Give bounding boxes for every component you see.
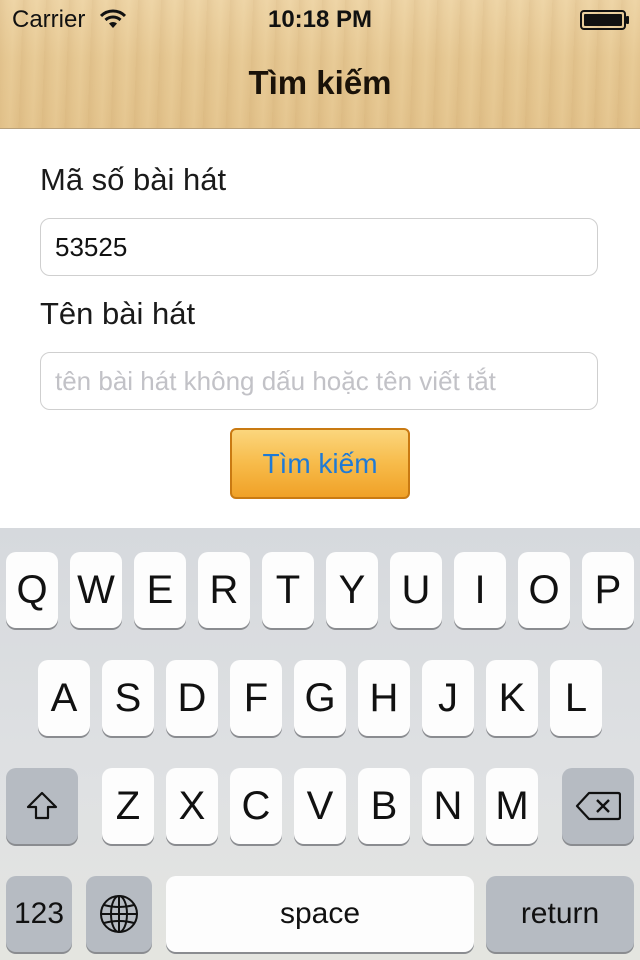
shift-key[interactable] — [6, 768, 78, 844]
key-t[interactable]: T — [262, 552, 314, 628]
key-k[interactable]: K — [486, 660, 538, 736]
status-bar: Carrier 10:18 PM — [0, 0, 640, 40]
backspace-icon — [575, 791, 622, 821]
battery-icon — [580, 10, 629, 30]
globe-icon — [100, 895, 138, 933]
numbers-key[interactable]: 123 — [6, 876, 72, 952]
key-x[interactable]: X — [166, 768, 218, 844]
key-u[interactable]: U — [390, 552, 442, 628]
search-button[interactable]: Tìm kiếm — [230, 428, 410, 499]
key-a[interactable]: A — [38, 660, 90, 736]
keyboard: Q W E R T Y U I O P A S D F G H J K L Z … — [0, 528, 640, 960]
key-i[interactable]: I — [454, 552, 506, 628]
key-b[interactable]: B — [358, 768, 410, 844]
key-m[interactable]: M — [486, 768, 538, 844]
key-f[interactable]: F — [230, 660, 282, 736]
key-q[interactable]: Q — [6, 552, 58, 628]
key-l[interactable]: L — [550, 660, 602, 736]
key-h[interactable]: H — [358, 660, 410, 736]
song-name-input[interactable] — [40, 352, 598, 410]
key-v[interactable]: V — [294, 768, 346, 844]
key-e[interactable]: E — [134, 552, 186, 628]
key-w[interactable]: W — [70, 552, 122, 628]
status-time: 10:18 PM — [267, 6, 373, 33]
key-c[interactable]: C — [230, 768, 282, 844]
globe-key[interactable] — [86, 876, 152, 952]
shift-icon — [26, 791, 58, 820]
return-key[interactable]: return — [486, 876, 634, 952]
song-name-label: Tên bài hát — [40, 296, 196, 331]
navigation-bar: Carrier 10:18 PM Tìm kiếm — [0, 0, 640, 129]
key-z[interactable]: Z — [102, 768, 154, 844]
page-title: Tìm kiếm — [248, 64, 392, 101]
song-code-input[interactable] — [40, 218, 598, 276]
key-n[interactable]: N — [422, 768, 474, 844]
key-y[interactable]: Y — [326, 552, 378, 628]
backspace-key[interactable] — [562, 768, 634, 844]
key-g[interactable]: G — [294, 660, 346, 736]
space-key[interactable]: space — [166, 876, 474, 952]
key-p[interactable]: P — [582, 552, 634, 628]
key-o[interactable]: O — [518, 552, 570, 628]
key-d[interactable]: D — [166, 660, 218, 736]
key-j[interactable]: J — [422, 660, 474, 736]
song-code-label: Mã số bài hát — [40, 162, 227, 197]
key-r[interactable]: R — [198, 552, 250, 628]
key-s[interactable]: S — [102, 660, 154, 736]
